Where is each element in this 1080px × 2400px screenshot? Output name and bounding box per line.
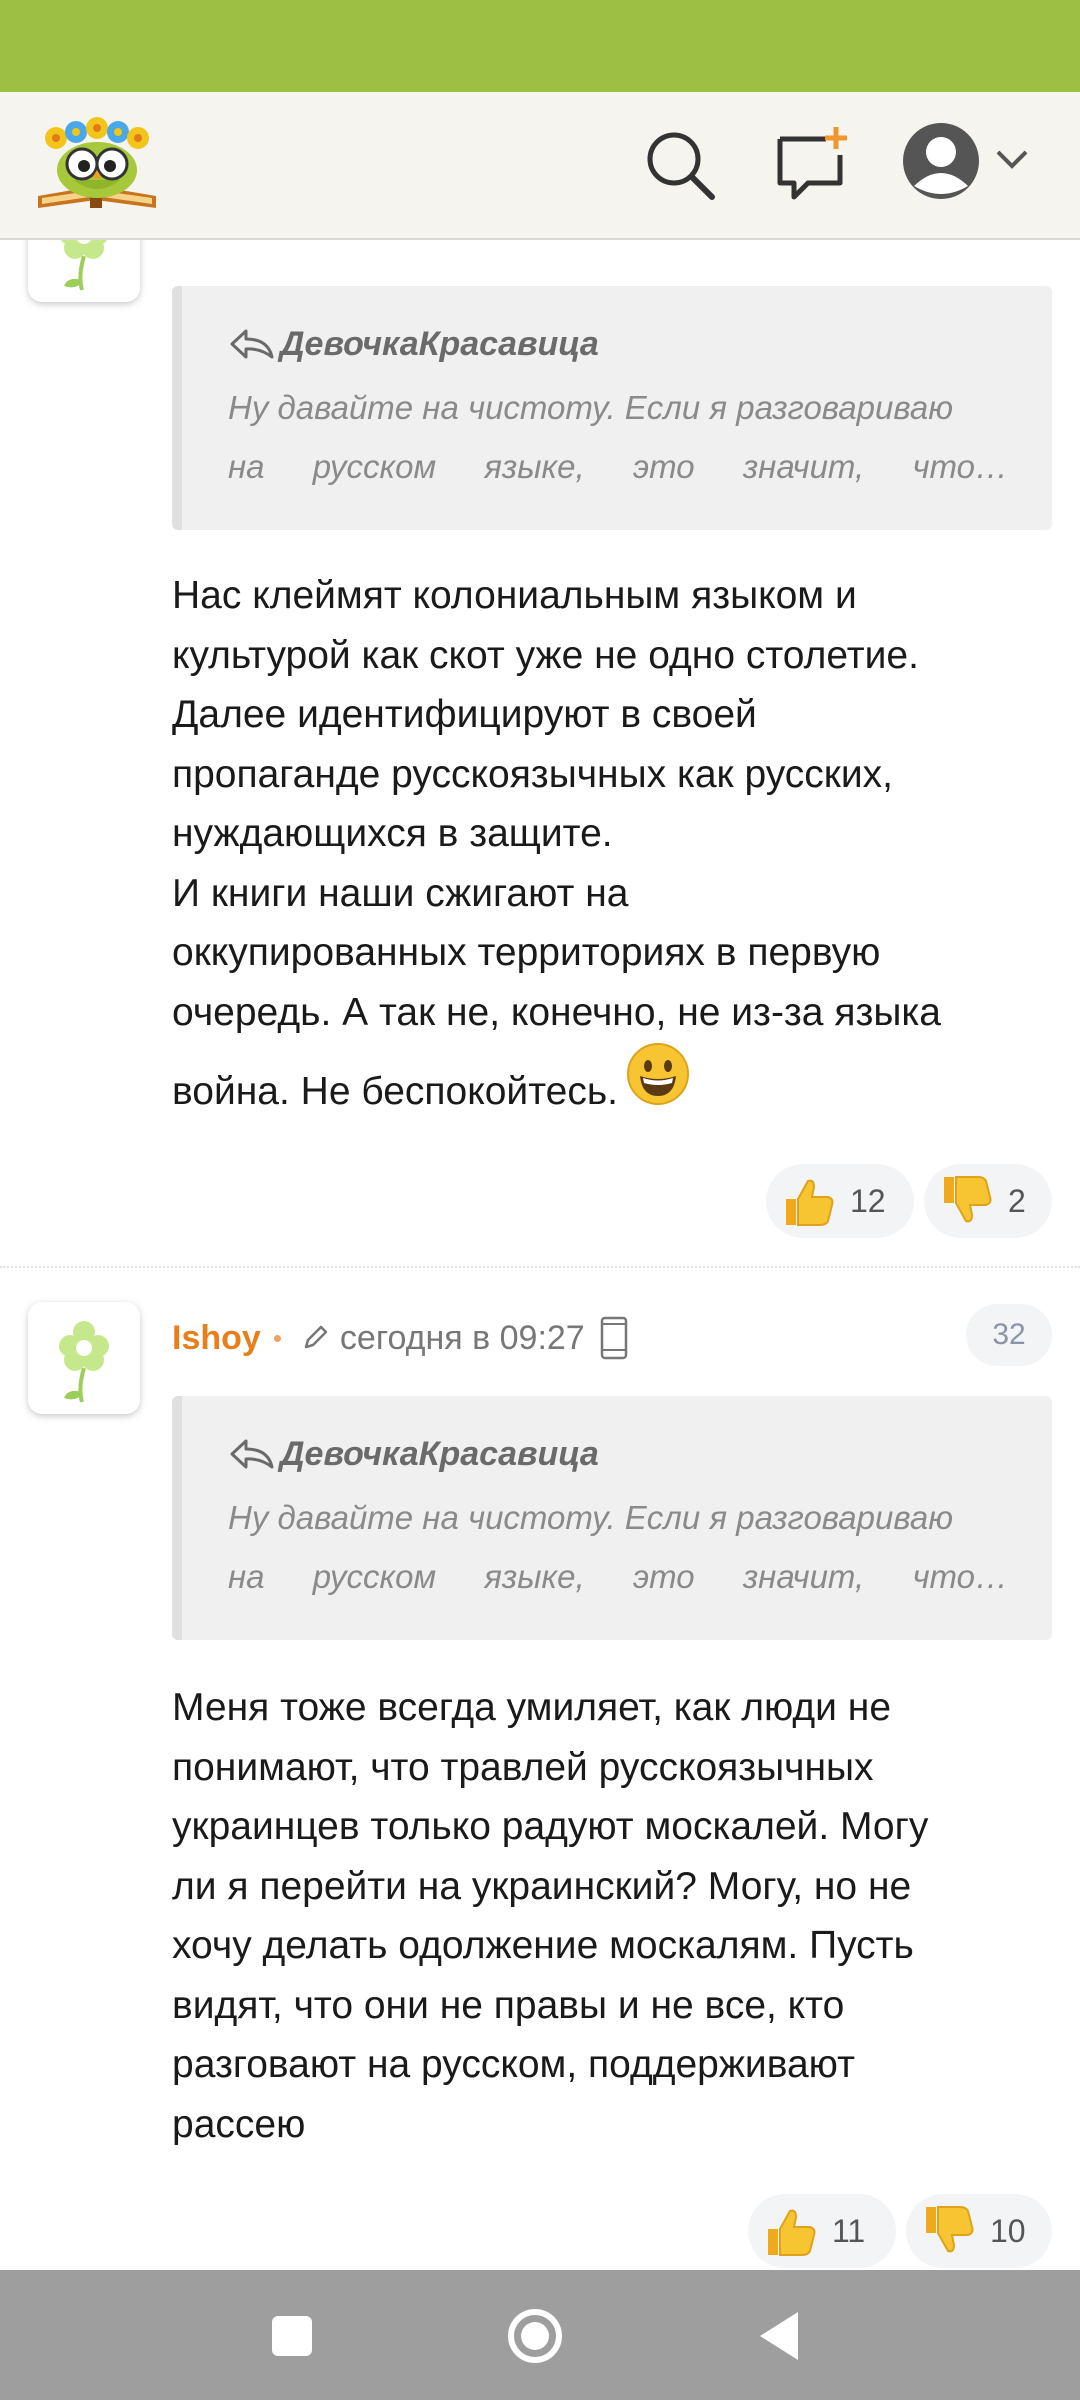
thumbs-up-icon — [768, 2209, 816, 2256]
quoted-author: ДевочкаКрасавица — [228, 1432, 1052, 1476]
home-circle-icon[interactable] — [505, 2306, 565, 2366]
comment-time: сегодня в 09:27 — [339, 1318, 585, 1357]
site-logo[interactable] — [34, 112, 160, 222]
dislike-button[interactable]: 10 — [906, 2194, 1052, 2268]
new-post-icon[interactable] — [772, 125, 852, 205]
mobile-device-icon — [600, 1316, 627, 1360]
like-count: 12 — [850, 1182, 886, 1219]
comments-feed: ДевочкаКрасавица Ну давайте на чистоту. … — [0, 240, 1080, 2270]
comment-number-badge[interactable]: 32 — [966, 1304, 1052, 1366]
reply-arrow-icon — [230, 329, 274, 359]
thumbs-down-icon — [926, 2206, 974, 2253]
like-button[interactable]: 12 — [766, 1164, 914, 1238]
commenter-avatar[interactable] — [28, 1302, 140, 1414]
quoted-author-name: ДевочкаКрасавица — [280, 324, 599, 363]
quoted-author: ДевочкаКрасавица — [228, 322, 1052, 366]
user-avatar-icon — [903, 123, 979, 199]
pencil-icon — [304, 1325, 328, 1349]
dislike-count: 10 — [990, 2212, 1026, 2249]
comment-author[interactable]: Ishoy — [172, 1319, 261, 1358]
quoted-text: Ну давайте на чистоту. Если я разговарив… — [228, 389, 1008, 485]
grinning-emoji-icon — [627, 1043, 689, 1105]
comment-separator — [0, 1266, 1080, 1268]
back-triangle-icon[interactable] — [752, 2306, 812, 2366]
app-header — [0, 92, 1080, 240]
reply-arrow-icon — [230, 1439, 274, 1469]
dislike-count: 2 — [1008, 1182, 1026, 1219]
chevron-down-icon — [996, 150, 1028, 169]
thumbs-up-icon — [786, 1179, 834, 1226]
flower-avatar-icon — [59, 1321, 109, 1403]
thumbs-down-icon — [944, 1176, 992, 1223]
system-nav-bar — [0, 2270, 1080, 2400]
like-count: 11 — [832, 2212, 866, 2249]
quoted-author-name: ДевочкаКрасавица — [280, 1434, 599, 1473]
flower-avatar-icon — [60, 240, 108, 291]
comment-body: Меня тоже всегда умиляет, как люди не по… — [172, 1686, 929, 2146]
dislike-button[interactable]: 2 — [924, 1164, 1052, 1238]
status-bar — [0, 0, 1080, 92]
quoted-text: Ну давайте на чистоту. Если я разговарив… — [228, 1499, 1008, 1595]
comment-meta: Ishoy • сегодня в 09:27 — [172, 1308, 629, 1368]
user-menu-button[interactable] — [900, 120, 1036, 210]
recents-square-icon[interactable] — [262, 2306, 322, 2366]
commenter-avatar[interactable] — [28, 240, 140, 302]
comment-body: Нас клеймят колониальным языком и культу… — [172, 574, 941, 1113]
quoted-reply[interactable]: ДевочкаКрасавица Ну давайте на чистоту. … — [172, 1396, 1052, 1640]
quoted-reply[interactable]: ДевочкаКрасавица Ну давайте на чистоту. … — [172, 286, 1052, 530]
search-icon[interactable] — [640, 125, 720, 205]
online-dot: • — [272, 1322, 282, 1353]
like-button[interactable]: 11 — [748, 2194, 896, 2268]
